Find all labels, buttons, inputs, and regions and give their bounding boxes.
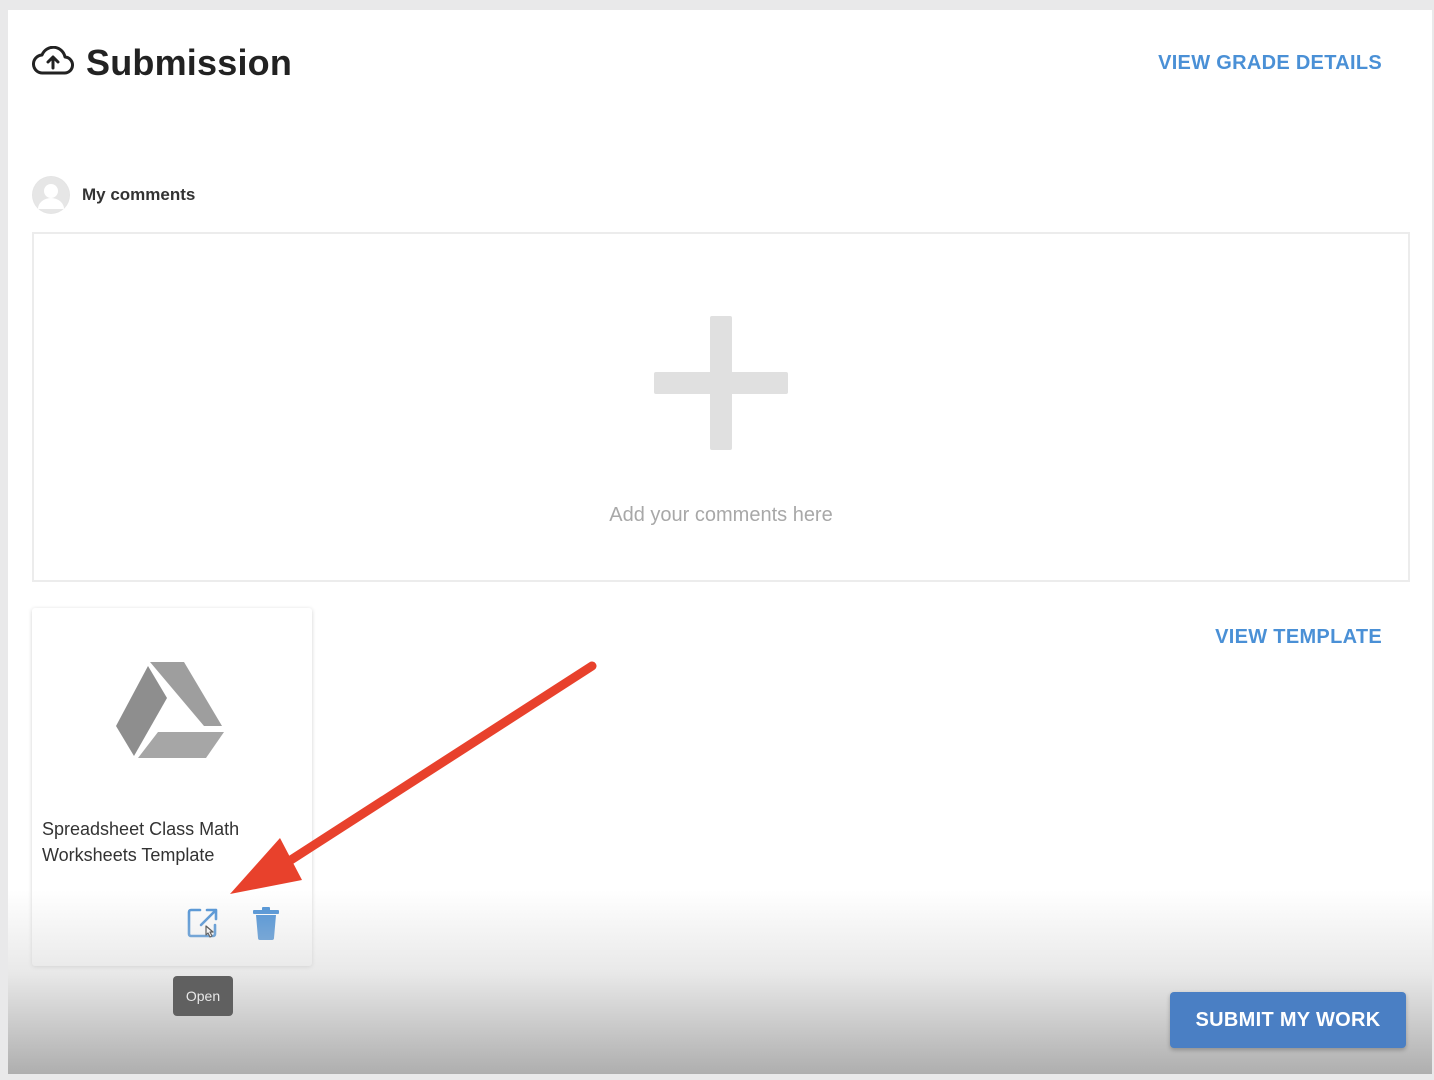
add-comments-area[interactable]: Add your comments here	[32, 232, 1410, 582]
submit-my-work-button[interactable]: SUBMIT MY WORK	[1170, 992, 1406, 1048]
submission-panel: Submission VIEW GRADE DETAILS My comment…	[8, 10, 1432, 1074]
open-in-new-icon[interactable]	[186, 906, 220, 945]
attachment-actions	[32, 872, 312, 966]
user-silhouette-icon	[33, 177, 69, 213]
google-drive-icon	[114, 660, 226, 765]
open-tooltip: Open	[173, 976, 233, 1016]
view-grade-details-button[interactable]: VIEW GRADE DETAILS	[1158, 52, 1382, 75]
submission-header: Submission	[32, 42, 292, 84]
avatar	[32, 176, 70, 214]
comments-label: My comments	[82, 185, 196, 204]
page-title: Submission	[86, 42, 293, 83]
cloud-upload-icon	[32, 45, 74, 81]
view-template-button[interactable]: VIEW TEMPLATE	[1215, 626, 1382, 649]
trash-icon[interactable]	[252, 906, 280, 945]
attachment-card: Spreadsheet Class Math Worksheets Templa…	[32, 608, 312, 966]
plus-icon-vertical	[710, 316, 732, 450]
comments-header: My comments	[32, 176, 195, 214]
attachment-file-name: Spreadsheet Class Math Worksheets Templa…	[42, 819, 240, 865]
comments-placeholder: Add your comments here	[609, 504, 833, 526]
